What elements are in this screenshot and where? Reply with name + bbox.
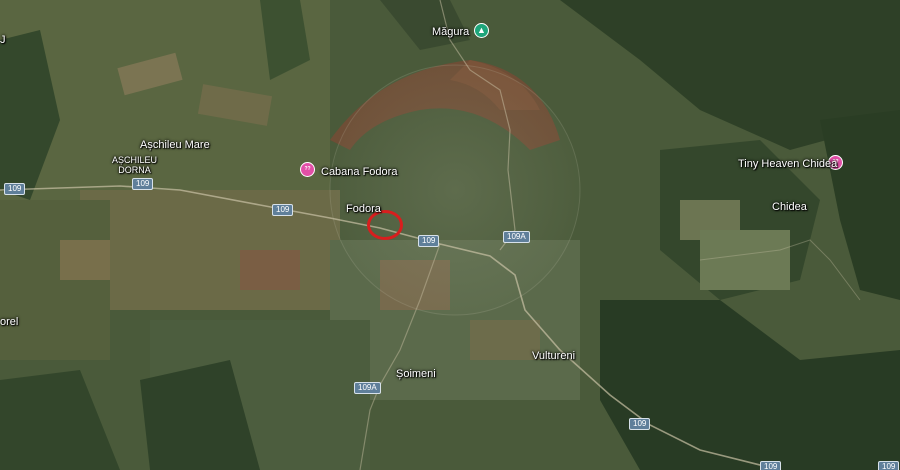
tree-icon[interactable]: ▲ [474,23,489,38]
place-label-chidea[interactable]: Chidea [772,201,807,213]
road-badge-109: 109 [418,235,440,247]
place-label-orel: orel [0,316,19,328]
satellite-map[interactable]: ▲ Măgura ?? Cabana Fodora ?? Tiny Heaven… [0,0,900,470]
road-badge-109: 109 [132,178,154,190]
place-label-soimeni[interactable]: Șoimeni [396,368,436,380]
place-label-fodora[interactable]: Fodora [346,203,381,215]
place-label-magura[interactable]: Măgura [432,26,469,38]
place-label-tiny-heaven-chidea[interactable]: Tiny Heaven Chidea [738,158,837,170]
road-badge-109: 109 [4,183,26,195]
road-badge-109: 109 [878,461,900,470]
place-label-edge-j: J [0,34,6,46]
road-badge-109a: 109A [503,231,530,243]
place-label-aschileu-mare[interactable]: Așchileu Mare [140,139,210,151]
lodging-icon[interactable]: ?? [300,162,315,177]
lodging-pin-glyph: ?? [304,166,311,172]
satellite-imagery [0,0,900,470]
place-label-cabana-fodora[interactable]: Cabana Fodora [321,166,397,178]
road-badge-109: 109 [272,204,294,216]
road-badge-109a: 109A [354,382,381,394]
place-label-aschileu-dorna[interactable]: AȘCHILEU DORNA [112,155,157,175]
place-label-vultureni[interactable]: Vultureni [532,350,575,362]
road-badge-109: 109 [760,461,782,470]
road-badge-109: 109 [629,418,651,430]
